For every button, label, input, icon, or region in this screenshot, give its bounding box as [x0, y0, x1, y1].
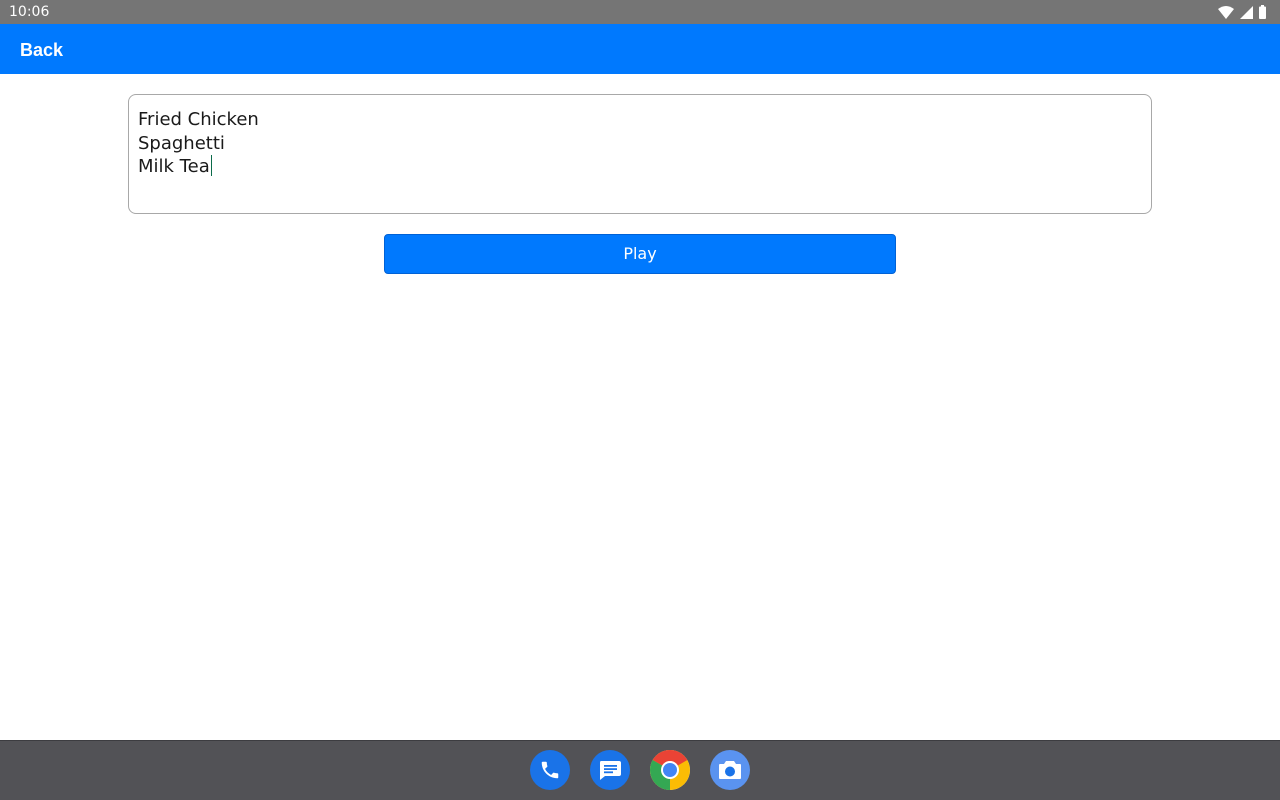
messages-icon [600, 761, 621, 780]
app-bar: Back [0, 24, 1280, 74]
text-cursor [210, 155, 212, 176]
chrome-icon [650, 750, 690, 790]
text-line: Fried Chicken [138, 109, 259, 130]
text-line-last: Milk Tea [138, 155, 1142, 179]
chrome-app-button[interactable] [650, 750, 690, 790]
battery-icon [1259, 5, 1266, 19]
text-line: Spaghetti [138, 132, 225, 154]
messages-app-button[interactable] [590, 750, 630, 790]
back-button[interactable]: Back [20, 39, 63, 61]
signal-icon [1240, 5, 1253, 19]
play-button[interactable]: Play [384, 234, 896, 274]
phone-icon [541, 761, 559, 779]
camera-app-button[interactable] [710, 750, 750, 790]
phone-app-button[interactable] [530, 750, 570, 790]
menu-text-area[interactable]: Fried Chicken Spaghetti Milk Tea [128, 94, 1152, 214]
navigation-bar [0, 740, 1280, 800]
status-bar: 10:06 [0, 0, 1280, 24]
wifi-icon [1218, 5, 1234, 19]
text-line-content: Milk Tea [138, 156, 210, 177]
status-icons [1218, 5, 1266, 19]
status-time: 10:06 [9, 4, 50, 20]
camera-icon [719, 761, 741, 779]
app-dock [530, 750, 750, 790]
